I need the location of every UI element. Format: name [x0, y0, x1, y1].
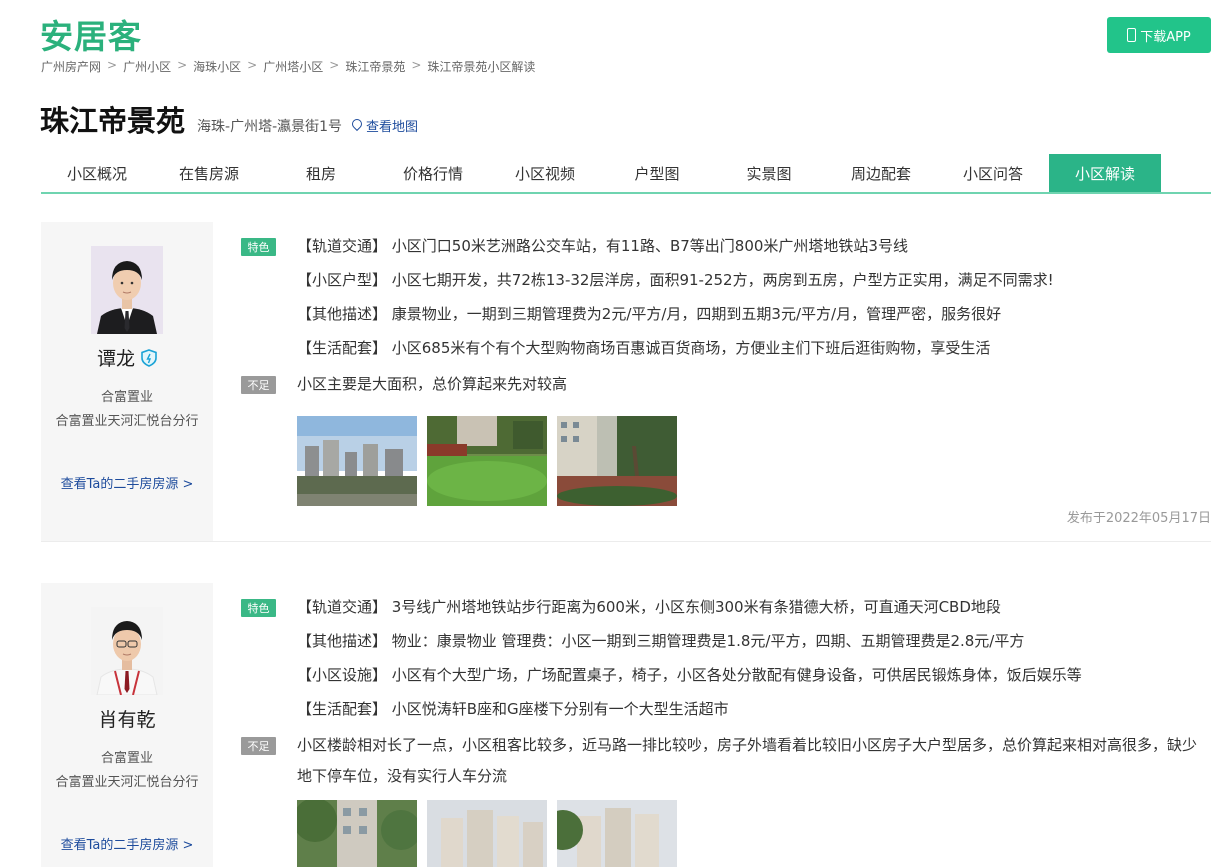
community-nav: 小区概况 在售房源 租房 价格行情 小区视频 户型图 实景图 周边配套 小区问答… [41, 154, 1211, 194]
feature-line: 【生活配套】 小区悦涛轩B座和G座楼下分别有一个大型生活超市 [297, 700, 729, 718]
feature-tag: 特色 [241, 238, 276, 256]
breadcrumb-item[interactable]: 海珠小区 [193, 58, 241, 75]
tab-photos[interactable]: 实景图 [713, 154, 825, 192]
breadcrumb-item[interactable]: 广州塔小区 [263, 58, 323, 75]
title-row: 珠江帝景苑 海珠-广州塔-瀛景街1号 查看地图 [40, 98, 418, 140]
feature-line: 【轨道交通】 3号线广州塔地铁站步行距离为600米，小区东侧300米有条猎德大桥… [297, 598, 1001, 616]
review-card: 谭龙 合富置业 合富置业天河汇悦台分行 查看Ta的二手房房源 > 特色 【轨道交… [41, 222, 1211, 542]
agent-panel: 谭龙 合富置业 合富置业天河汇悦台分行 查看Ta的二手房房源 > [41, 222, 213, 541]
agent-name[interactable]: 肖有乾 [98, 705, 155, 732]
tab-overview[interactable]: 小区概况 [41, 154, 153, 192]
weakness-text: 小区主要是大面积，总价算起来先对较高 [297, 375, 568, 393]
agent-panel: 肖有乾 合富置业 合富置业天河汇悦台分行 查看Ta的二手房房源 > [41, 583, 213, 867]
community-photo[interactable] [427, 800, 547, 867]
publish-date: 发布于2022年05月17日 [1066, 511, 1211, 526]
breadcrumb-item[interactable]: 广州房产网 [41, 58, 101, 75]
download-app-label: 下载APP [1140, 29, 1191, 45]
community-photo[interactable] [297, 800, 417, 867]
page-title: 珠江帝景苑 [40, 104, 186, 138]
tab-rent[interactable]: 租房 [265, 154, 377, 192]
tab-surroundings[interactable]: 周边配套 [825, 154, 937, 192]
agent-company: 合富置业 [100, 751, 153, 766]
feature-line: 【其他描述】 康景物业，一期到三期管理费为2元/平方/月，四期到五期3元/平方/… [297, 305, 1002, 323]
feature-line: 【生活配套】 小区685米有个有个大型购物商场百惠诚百货商场，方便业主们下班后逛… [297, 339, 991, 357]
site-logo[interactable]: 安居客 [40, 10, 142, 58]
tab-for-sale[interactable]: 在售房源 [153, 154, 265, 192]
map-pin-icon [352, 119, 362, 131]
agent-branch: 合富置业天河汇悦台分行 [55, 775, 199, 790]
verified-shield-icon [141, 348, 157, 367]
phone-icon [1127, 28, 1137, 42]
community-photo[interactable] [557, 416, 677, 506]
feature-tag: 特色 [241, 599, 276, 617]
breadcrumb-item[interactable]: 珠江帝景苑小区解读 [427, 58, 535, 75]
view-map-label: 查看地图 [366, 119, 419, 135]
review-card: 肖有乾 合富置业 合富置业天河汇悦台分行 查看Ta的二手房房源 > 特色 【轨道… [41, 583, 1211, 867]
feature-line: 【轨道交通】 小区门口50米艺洲路公交车站，有11路、B7等出门800米广州塔地… [297, 237, 908, 255]
breadcrumb-item[interactable]: 广州小区 [123, 58, 171, 75]
review-content: 特色 【轨道交通】 3号线广州塔地铁站步行距离为600米，小区东侧300米有条猎… [241, 583, 1211, 867]
weakness-text: 小区楼龄相对长了一点，小区租客比较多，近马路一排比较吵，房子外墙看着比较旧小区房… [297, 736, 1198, 785]
photo-gallery [297, 800, 677, 867]
agent-company: 合富置业 [100, 390, 153, 405]
agent-listings-link[interactable]: 查看Ta的二手房房源 > [41, 473, 213, 492]
breadcrumb: 广州房产网 > 广州小区 > 海珠小区 > 广州塔小区 > 珠江帝景苑 > 珠江帝景苑小区… [41, 58, 536, 75]
agent-name[interactable]: 谭龙 [97, 344, 135, 371]
weakness-tag: 不足 [241, 737, 276, 755]
tab-video[interactable]: 小区视频 [489, 154, 601, 192]
tab-floor-plan[interactable]: 户型图 [601, 154, 713, 192]
photo-gallery [297, 416, 677, 506]
avatar[interactable] [91, 607, 163, 695]
tab-price[interactable]: 价格行情 [377, 154, 489, 192]
weakness-tag: 不足 [241, 376, 276, 394]
feature-line: 【其他描述】 物业：康景物业 管理费：小区一期到三期管理费是1.8元/平方，四期… [297, 632, 1025, 650]
avatar[interactable] [91, 246, 163, 334]
tab-interpretation[interactable]: 小区解读 [1049, 154, 1161, 192]
tab-qa[interactable]: 小区问答 [937, 154, 1049, 192]
community-photo[interactable] [557, 800, 677, 867]
agent-branch: 合富置业天河汇悦台分行 [55, 414, 199, 429]
agent-name-row: 谭龙 [41, 344, 213, 371]
community-address: 海珠-广州塔-瀛景街1号 [197, 119, 343, 135]
breadcrumb-item[interactable]: 珠江帝景苑 [345, 58, 405, 75]
community-photo[interactable] [427, 416, 547, 506]
feature-line: 【小区设施】 小区有个大型广场，广场配置桌子，椅子，小区各处分散配有健身设备，可… [297, 666, 1082, 684]
view-map-link[interactable]: 查看地图 [352, 116, 418, 135]
agent-listings-link[interactable]: 查看Ta的二手房房源 > [41, 834, 213, 853]
review-content: 特色 【轨道交通】 小区门口50米艺洲路公交车站，有11路、B7等出门800米广… [241, 222, 1211, 541]
community-photo[interactable] [297, 416, 417, 506]
download-app-button[interactable]: 下载APP [1107, 17, 1211, 53]
agent-name-row: 肖有乾 [41, 705, 213, 732]
feature-line: 【小区户型】 小区七期开发，共72栋13-32层洋房，面积91-252方，两房到… [297, 271, 1054, 289]
